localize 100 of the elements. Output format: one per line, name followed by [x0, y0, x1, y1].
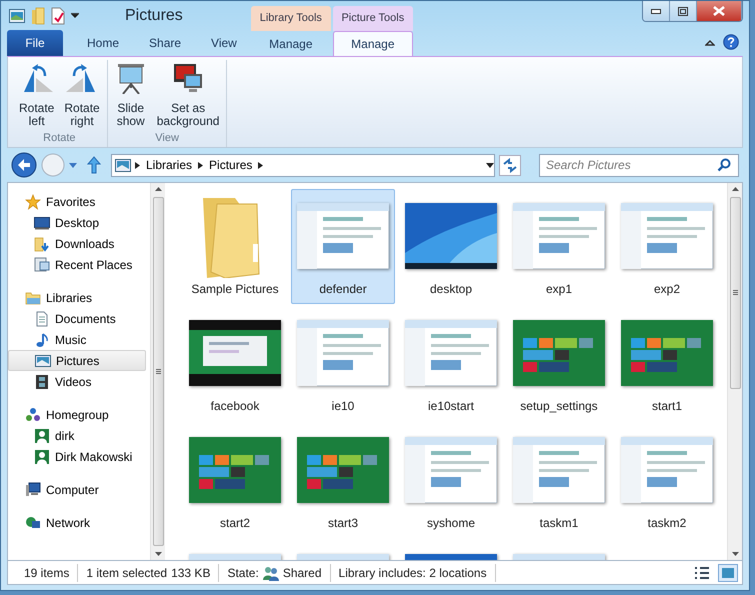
selection-size: 133 KB	[171, 564, 210, 582]
dropdown-caret-icon[interactable]	[486, 162, 494, 168]
address-bar[interactable]: Libraries Pictures	[111, 154, 495, 176]
dropdown-caret-icon[interactable]	[71, 13, 79, 19]
file-tile[interactable]: start3	[291, 423, 395, 538]
computer-icon	[25, 482, 41, 498]
state-label: State:	[227, 564, 259, 582]
file-tile[interactable]: exp2	[615, 189, 719, 304]
sidebar-item[interactable]: Favorites	[8, 191, 146, 212]
film-icon	[34, 374, 50, 390]
large-icons-view-icon[interactable]	[718, 564, 738, 582]
scroll-down-arrow-icon[interactable]	[154, 552, 162, 556]
breadcrumb-arrow-icon	[198, 162, 204, 168]
up-arrow-icon[interactable]	[87, 156, 101, 174]
file-menu-button[interactable]: File	[7, 30, 63, 56]
properties-icon[interactable]	[51, 7, 65, 25]
file-tile[interactable]: desktop	[399, 189, 503, 304]
user-icon	[34, 448, 50, 464]
breadcrumb[interactable]: Pictures	[207, 156, 254, 174]
sidebar-item[interactable]: dirk	[8, 425, 146, 446]
search-icon	[717, 158, 731, 172]
sidebar-item[interactable]: Music	[8, 329, 146, 350]
user-icon	[34, 428, 50, 444]
ribbon-tab[interactable]: Manage	[332, 31, 413, 56]
file-tile[interactable]: Sample Pictures	[183, 189, 287, 304]
file-tile[interactable]: exp1	[507, 189, 611, 304]
state-value: Shared	[282, 564, 322, 582]
pictures-icon	[115, 158, 131, 172]
close-icon	[713, 6, 725, 16]
pictures-icon	[35, 352, 51, 368]
ribbon-tab[interactable]: Manage	[250, 31, 331, 56]
minimize-button[interactable]	[643, 1, 670, 21]
search-field[interactable]: Search Pictures	[539, 154, 739, 176]
shared-users-icon	[262, 564, 279, 580]
help-icon[interactable]	[723, 34, 739, 50]
scrollbar[interactable]	[727, 183, 742, 560]
sidebar-item[interactable]: Network	[8, 512, 146, 533]
sidebar-item[interactable]: Computer	[8, 479, 146, 500]
ribbon-tab[interactable]: View	[197, 31, 251, 56]
breadcrumb-arrow-icon	[135, 162, 140, 168]
context-tab-header: Picture Tools	[332, 6, 413, 31]
homegroup-icon	[25, 406, 41, 422]
library-info: Library includes: 2 locations	[338, 564, 487, 582]
sidebar-item[interactable]: Documents	[8, 308, 146, 329]
back-button[interactable]	[11, 152, 37, 178]
minimize-icon	[651, 8, 661, 14]
details-view-icon[interactable]	[694, 566, 710, 580]
file-tile[interactable]: setup_settings	[507, 306, 611, 421]
file-tile[interactable]: syshome	[399, 423, 503, 538]
ribbon-tab[interactable]: Home	[73, 31, 134, 56]
selection-info: 1 item selected	[86, 564, 168, 582]
grip-icon	[156, 369, 160, 374]
star-icon	[25, 194, 41, 210]
scroll-up-arrow-icon[interactable]	[732, 187, 738, 191]
ribbon-button[interactable]: Rotate left	[16, 60, 58, 130]
ribbon-button[interactable]: Set as background	[154, 60, 222, 130]
monitor-icon	[34, 214, 50, 230]
window-title: Pictures	[125, 6, 183, 26]
ribbon-button[interactable]: Slide show	[112, 60, 150, 130]
ribbon-tab[interactable]: Share	[135, 31, 196, 56]
grip-icon	[732, 290, 738, 296]
ribbon-button[interactable]: Rotate right	[61, 60, 103, 130]
sidebar-item[interactable]: Homegroup	[8, 404, 146, 425]
file-tile[interactable]: ie10start	[399, 306, 503, 421]
library-folder-icon	[25, 290, 41, 306]
file-tile[interactable]: taskm2	[615, 423, 719, 538]
context-tab-header: Library Tools	[250, 6, 331, 31]
breadcrumb-arrow-icon	[258, 162, 264, 168]
window-icon	[9, 9, 25, 23]
downloads-folder-icon	[34, 236, 50, 252]
group-label: Rotate	[42, 131, 77, 146]
close-button[interactable]	[697, 1, 742, 21]
music-note-icon	[34, 332, 50, 348]
network-icon	[25, 514, 41, 530]
file-tile[interactable]: defender	[291, 189, 395, 304]
scroll-down-arrow-icon[interactable]	[732, 552, 738, 556]
maximize-icon	[678, 6, 688, 16]
sidebar-item[interactable]: Recent Places	[8, 254, 146, 275]
monitors-icon	[172, 62, 204, 94]
file-tile[interactable]: start2	[183, 423, 287, 538]
document-icon	[34, 310, 50, 326]
file-tile[interactable]: ie10	[291, 306, 395, 421]
refresh-icon[interactable]	[499, 154, 521, 176]
scrollbar[interactable]	[150, 183, 165, 560]
sidebar-item[interactable]: Downloads	[8, 233, 146, 254]
sidebar-item[interactable]: Libraries	[8, 287, 146, 308]
scroll-up-arrow-icon[interactable]	[154, 187, 162, 191]
file-tile[interactable]: start1	[615, 306, 719, 421]
recent-places-icon	[34, 256, 50, 272]
collapse-ribbon-icon[interactable]	[705, 38, 715, 46]
sidebar-item[interactable]: Desktop	[8, 212, 146, 233]
file-tile[interactable]: facebook	[183, 306, 287, 421]
sidebar-item[interactable]: Dirk Makowski	[8, 446, 146, 467]
sidebar-item[interactable]: Pictures	[8, 350, 146, 371]
file-tile[interactable]: taskm1	[507, 423, 611, 538]
sidebar-item[interactable]: Videos	[8, 371, 146, 392]
group-label: View	[154, 131, 180, 146]
breadcrumb[interactable]: Libraries	[144, 156, 194, 174]
maximize-button[interactable]	[670, 1, 697, 21]
item-count: 19 items	[24, 564, 70, 582]
